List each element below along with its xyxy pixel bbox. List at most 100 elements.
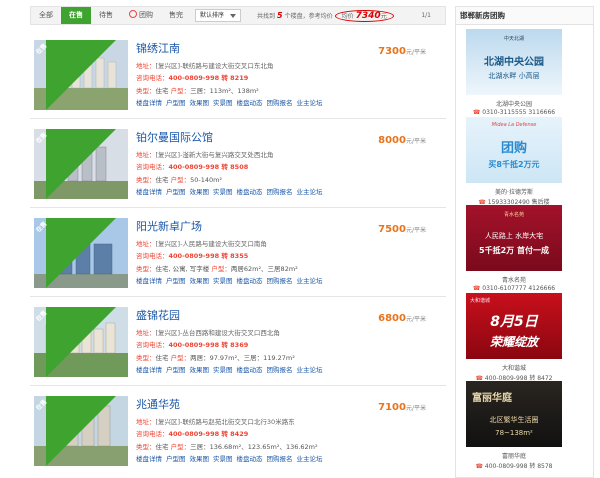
phone-icon: ☎ bbox=[475, 463, 483, 470]
tab-on-sale[interactable]: 在售 bbox=[61, 7, 91, 24]
ad-brand: 中天北湖 bbox=[503, 36, 524, 42]
link-photos[interactable]: 实景图 bbox=[213, 366, 233, 374]
listing-name[interactable]: 兆通华苑 bbox=[136, 396, 180, 412]
link-forum[interactable]: 业主论坛 bbox=[297, 188, 323, 196]
address-value: [复兴区]-丛台西路和建设大街交叉口西北角 bbox=[155, 329, 280, 337]
listing-thumbnail[interactable]: 在售 bbox=[34, 307, 128, 377]
link-group-signup[interactable]: 团购报名 bbox=[267, 366, 293, 374]
address-label: 地址： bbox=[136, 418, 156, 426]
ad-brand: 青水名苑 bbox=[503, 212, 524, 218]
link-render[interactable]: 效果图 bbox=[190, 277, 210, 285]
sidebar-ad[interactable]: 大和谐城 8月5日 荣耀绽放 大和谐城 ☎ 400-0809-998 转 847… bbox=[466, 293, 562, 382]
link-floorplan[interactable]: 户型图 bbox=[166, 455, 186, 463]
ad-name: 美的·拉德芳斯 bbox=[495, 189, 533, 196]
link-detail[interactable]: 楼盘详情 bbox=[136, 277, 162, 285]
ad-subline: 78~138m² bbox=[495, 429, 533, 437]
price-value: 6800 bbox=[378, 313, 406, 324]
link-floorplan[interactable]: 户型图 bbox=[166, 99, 186, 107]
layout-value: 两居62m²、三居82m² bbox=[230, 265, 298, 273]
listing-links: 楼盘详情 户型图 效果图 实景图 楼盘动态 团购报名 业主论坛 bbox=[136, 97, 327, 107]
layout-value: 50-140m² bbox=[190, 176, 223, 184]
listing-thumbnail[interactable]: 在售 bbox=[34, 129, 128, 199]
link-render[interactable]: 效果图 bbox=[190, 366, 210, 374]
link-group-signup[interactable]: 团购报名 bbox=[267, 277, 293, 285]
type-line: 类型：住宅 户型：两居：97.97m²、三居：119.27m² bbox=[136, 352, 295, 362]
link-forum[interactable]: 业主论坛 bbox=[297, 366, 323, 374]
type-line: 类型：住宅 户型：三居：136.68m²、123.65m²、136.62m² bbox=[136, 441, 318, 451]
result-count: 5 bbox=[277, 11, 283, 20]
layout-label: 户型： bbox=[170, 176, 191, 184]
listing-list: 在售 锦绣江南 7300元/平米 地址：[复兴区]-联纺路与建设大街交叉口东北角… bbox=[30, 30, 446, 475]
link-detail[interactable]: 楼盘详情 bbox=[136, 188, 162, 196]
price-unit: 元/平米 bbox=[405, 138, 426, 145]
type-value: 住宅, 公寓, 写字楼 bbox=[155, 265, 210, 273]
tab-all[interactable]: 全部 bbox=[31, 7, 61, 24]
tab-sold-out[interactable]: 售完 bbox=[161, 7, 191, 24]
address-line: 地址：[复兴区]-联纺路与赵苑北街交叉口北行30米路东 bbox=[136, 416, 295, 426]
tab-group-buy-label: 团购 bbox=[139, 11, 153, 19]
link-floorplan[interactable]: 户型图 bbox=[166, 188, 186, 196]
link-detail[interactable]: 楼盘详情 bbox=[136, 455, 162, 463]
ad-banner-image: 大和谐城 8月5日 荣耀绽放 bbox=[466, 293, 562, 359]
link-forum[interactable]: 业主论坛 bbox=[297, 277, 323, 285]
price-value: 7500 bbox=[378, 224, 406, 235]
link-group-signup[interactable]: 团购报名 bbox=[267, 455, 293, 463]
link-floorplan[interactable]: 户型图 bbox=[166, 366, 186, 374]
type-line: 类型：住宅 户型：50-140m² bbox=[136, 174, 222, 184]
sidebar-ad[interactable]: 中天北湖 北湖中央公园 北湖水畔 小高层 北湖中央公园 ☎ 0310-31155… bbox=[466, 29, 562, 116]
listing-price: 6800元/平米 bbox=[378, 313, 426, 324]
ad-brand: Midea La Defense bbox=[491, 122, 537, 128]
link-forum[interactable]: 业主论坛 bbox=[297, 99, 323, 107]
address-value: [复兴区]-人民路与建设大街交叉口南角 bbox=[155, 240, 267, 248]
tab-pending[interactable]: 待售 bbox=[91, 7, 121, 24]
ad-phone: ☎ 0310-3115555 3116666 bbox=[466, 109, 562, 116]
average-price-value: 7340 bbox=[355, 10, 381, 21]
tab-group-buy[interactable]: 团购 bbox=[121, 7, 161, 24]
phone-value: 400-0809-998 转 8355 bbox=[168, 252, 249, 260]
layout-label: 户型： bbox=[170, 87, 191, 95]
sort-select[interactable]: 默认排序 bbox=[195, 9, 242, 22]
listing-name[interactable]: 盛锦花园 bbox=[136, 307, 180, 323]
link-forum[interactable]: 业主论坛 bbox=[297, 455, 323, 463]
link-detail[interactable]: 楼盘详情 bbox=[136, 99, 162, 107]
listing-name[interactable]: 锦绣江南 bbox=[136, 40, 180, 56]
price-value: 8000 bbox=[378, 135, 406, 146]
average-price-circle: 均价 7340 元 bbox=[334, 9, 394, 22]
link-floorplan[interactable]: 户型图 bbox=[166, 277, 186, 285]
ad-subline: 买8千抵2万元 bbox=[488, 160, 540, 169]
type-value: 住宅 bbox=[155, 176, 169, 184]
listing-item: 在售 锦绣江南 7300元/平米 地址：[复兴区]-联纺路与建设大街交叉口东北角… bbox=[30, 30, 446, 119]
listing-name[interactable]: 阳光新卓广场 bbox=[136, 218, 202, 234]
listing-name[interactable]: 铂尔曼国际公馆 bbox=[136, 129, 213, 145]
link-news[interactable]: 楼盘动态 bbox=[237, 277, 263, 285]
link-render[interactable]: 效果图 bbox=[190, 99, 210, 107]
link-photos[interactable]: 实景图 bbox=[213, 188, 233, 196]
group-buy-sidebar: 邯郸新房团购 中天北湖 北湖中央公园 北湖水畔 小高层 北湖中央公园 ☎ 031… bbox=[455, 6, 594, 478]
type-label: 类型： bbox=[136, 87, 156, 95]
phone-value: 400-0809-998 转 8219 bbox=[168, 74, 249, 82]
ad-banner-image: Midea La Defense 团购 买8千抵2万元 bbox=[466, 117, 562, 183]
layout-value: 三居：113m²、138m² bbox=[190, 87, 259, 95]
avg-unit: 元 bbox=[380, 13, 387, 20]
link-render[interactable]: 效果图 bbox=[190, 188, 210, 196]
link-detail[interactable]: 楼盘详情 bbox=[136, 366, 162, 374]
link-news[interactable]: 楼盘动态 bbox=[237, 455, 263, 463]
listing-thumbnail[interactable]: 在售 bbox=[34, 396, 128, 466]
sidebar-ad[interactable]: 青水名苑 人民路上 水岸大宅 5千抵2万 首付一成 青水名苑 ☎ 0310-61… bbox=[466, 205, 562, 292]
link-photos[interactable]: 实景图 bbox=[213, 455, 233, 463]
sidebar-ad[interactable]: 富丽华庭 北区繁华生活圈 78~138m² 富丽华庭 ☎ 400-0809-99… bbox=[466, 381, 562, 470]
link-group-signup[interactable]: 团购报名 bbox=[267, 188, 293, 196]
link-news[interactable]: 楼盘动态 bbox=[237, 99, 263, 107]
ad-banner-image: 中天北湖 北湖中央公园 北湖水畔 小高层 bbox=[466, 29, 562, 95]
link-news[interactable]: 楼盘动态 bbox=[237, 188, 263, 196]
listing-thumbnail[interactable]: 在售 bbox=[34, 218, 128, 288]
link-render[interactable]: 效果图 bbox=[190, 455, 210, 463]
sidebar-ad[interactable]: Midea La Defense 团购 买8千抵2万元 美的·拉德芳斯 ☎ 15… bbox=[466, 117, 562, 206]
link-news[interactable]: 楼盘动态 bbox=[237, 366, 263, 374]
address-label: 地址： bbox=[136, 151, 156, 159]
phone-label: 咨询电话： bbox=[136, 252, 169, 260]
link-photos[interactable]: 实景图 bbox=[213, 99, 233, 107]
link-photos[interactable]: 实景图 bbox=[213, 277, 233, 285]
link-group-signup[interactable]: 团购报名 bbox=[267, 99, 293, 107]
listing-thumbnail[interactable]: 在售 bbox=[34, 40, 128, 110]
